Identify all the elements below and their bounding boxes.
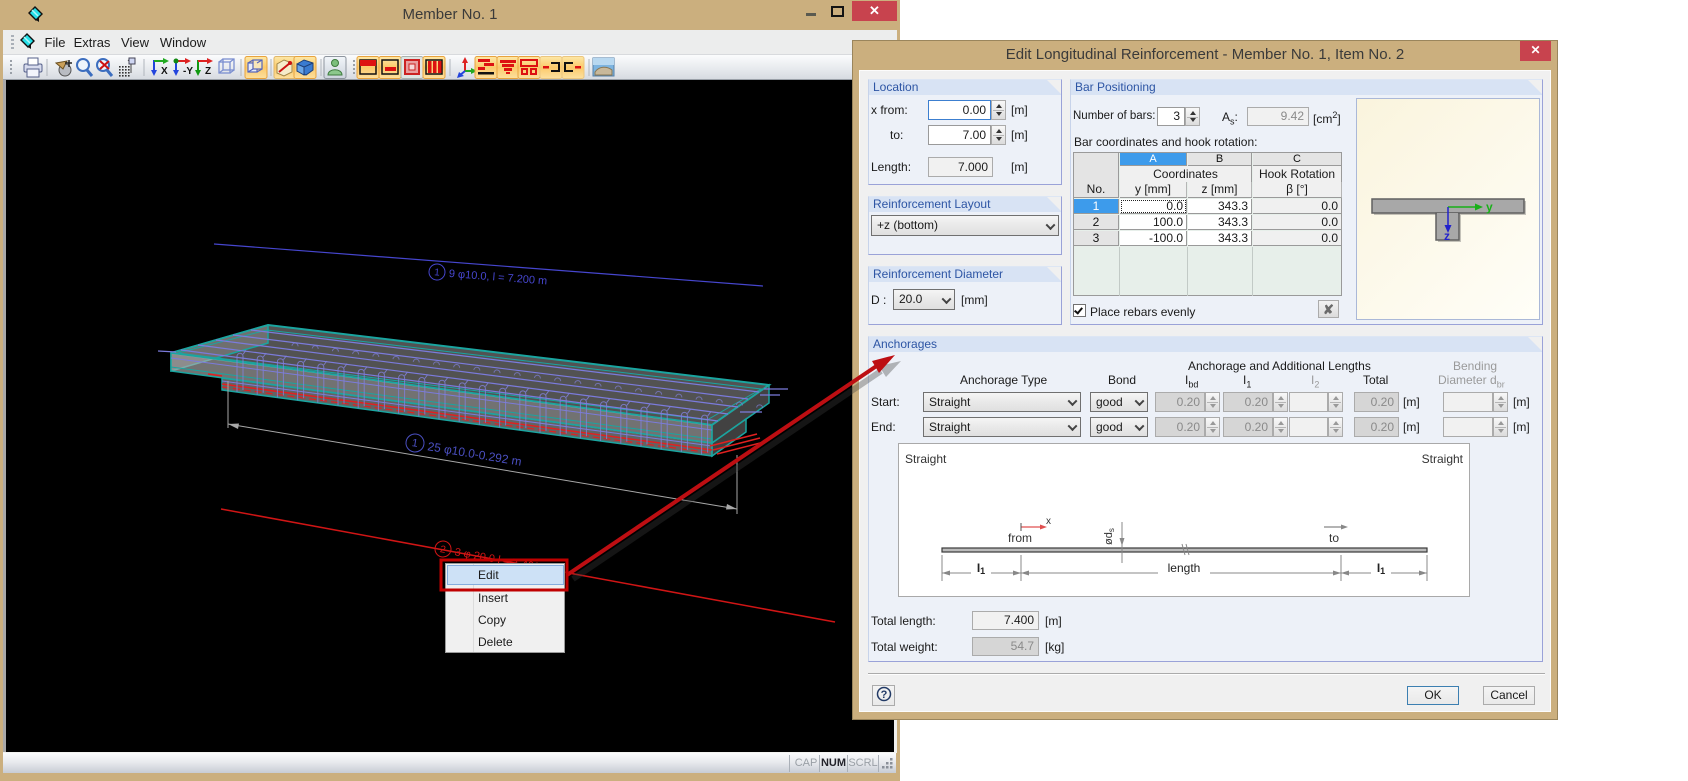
svg-text:9 φ10.0, l = 7.200 m: 9 φ10.0, l = 7.200 m [448,268,547,288]
svg-text:z: z [1444,229,1450,243]
svg-text:y: y [1486,200,1493,214]
svg-text:to: to [1329,531,1339,545]
svg-text:Straight: Straight [905,452,947,466]
svg-text:Z: Z [205,66,211,77]
svg-text:-Y: -Y [183,66,193,77]
svg-text:length: length [1168,561,1201,575]
svg-text:25 φ10.0-0.292 m: 25 φ10.0-0.292 m [427,439,523,469]
svg-text:from: from [1008,531,1032,545]
svg-text:x: x [1046,516,1051,527]
svg-text:1: 1 [434,267,441,278]
svg-text:Straight: Straight [1422,452,1464,466]
svg-text:1: 1 [411,437,419,450]
svg-text:?: ? [880,689,887,701]
svg-text:X: X [161,66,168,77]
svg-text:øds: øds [1103,528,1116,545]
